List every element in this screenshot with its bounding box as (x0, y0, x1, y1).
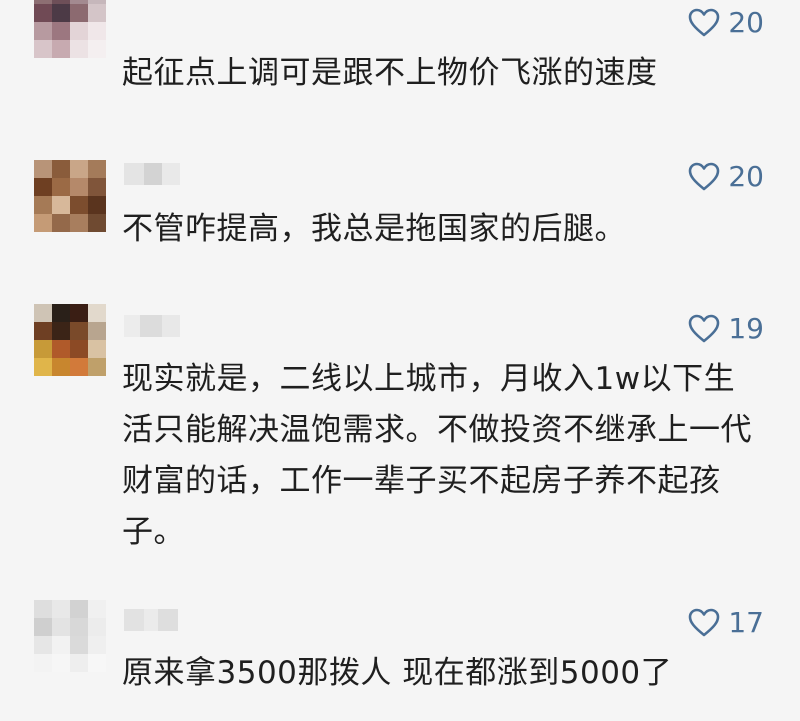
avatar-pixel (52, 636, 70, 654)
username-blurred (124, 163, 180, 185)
avatar-pixel (52, 358, 70, 376)
comment-text: 原来拿3500那拨人 现在都涨到5000了 (122, 655, 673, 691)
avatar-pixel (52, 178, 70, 196)
avatar-pixel (70, 40, 88, 58)
avatar-pixel (88, 358, 106, 376)
avatar-pixel (70, 4, 88, 22)
like-count: 17 (728, 606, 764, 639)
avatar-pixel (88, 40, 106, 58)
avatar-pixel (34, 196, 52, 214)
avatar-pixel (34, 340, 52, 358)
avatar-pixel (70, 654, 88, 672)
avatar-pixel (70, 304, 88, 322)
avatar-pixel (88, 196, 106, 214)
avatar-pixel (88, 636, 106, 654)
heart-outline-icon (689, 162, 720, 191)
avatar-pixel (34, 304, 52, 322)
avatar-pixel (70, 196, 88, 214)
username-blurred (124, 315, 180, 337)
avatar-pixel (88, 4, 106, 22)
avatar-pixel (34, 322, 52, 340)
heart-outline-icon (689, 608, 720, 637)
avatar-pixel (52, 160, 70, 178)
avatar-pixel (52, 600, 70, 618)
avatar[interactable] (34, 600, 106, 672)
avatar[interactable] (34, 0, 106, 58)
avatar-pixel (34, 636, 52, 654)
avatar-pixel (88, 22, 106, 40)
avatar-pixel (70, 618, 88, 636)
heart-outline-icon (689, 314, 720, 343)
avatar-pixel (88, 304, 106, 322)
avatar-pixel (34, 40, 52, 58)
like-count: 19 (728, 312, 764, 345)
comment-text: 起征点上调可是跟不上物价飞涨的速度 (122, 55, 658, 91)
avatar-pixel (70, 322, 88, 340)
avatar-pixel (70, 22, 88, 40)
comment-feed: 20 起征点上调可是跟不上物价飞涨的速度 20 不管咋提高，我总是拖国家的后腿。 (0, 0, 800, 721)
avatar-pixel (70, 358, 88, 376)
avatar-pixel (52, 618, 70, 636)
heart-outline-icon (689, 8, 720, 37)
avatar-pixel (70, 214, 88, 232)
avatar-pixel (88, 340, 106, 358)
avatar-pixel (52, 214, 70, 232)
like-count: 20 (728, 160, 764, 193)
avatar[interactable] (34, 304, 106, 376)
avatar-pixel (52, 196, 70, 214)
avatar-pixel (70, 160, 88, 178)
like-count: 20 (728, 6, 764, 39)
like-button[interactable]: 19 (688, 314, 764, 344)
avatar-pixel (88, 214, 106, 232)
avatar-pixel (52, 340, 70, 358)
avatar-pixel (34, 160, 52, 178)
avatar-pixel (52, 40, 70, 58)
avatar-pixel (70, 178, 88, 196)
comment-text: 不管咋提高，我总是拖国家的后腿。 (122, 211, 626, 247)
avatar-pixel (70, 600, 88, 618)
avatar-pixel (34, 358, 52, 376)
avatar-pixel (34, 214, 52, 232)
avatar-pixel (34, 600, 52, 618)
avatar-pixel (52, 322, 70, 340)
avatar-pixel (70, 340, 88, 358)
avatar-pixel (52, 22, 70, 40)
avatar-pixel (88, 618, 106, 636)
username-blurred (124, 609, 178, 631)
avatar-pixel (88, 178, 106, 196)
avatar-pixel (34, 22, 52, 40)
avatar-pixel (70, 636, 88, 654)
avatar-pixel (88, 654, 106, 672)
avatar-pixel (52, 654, 70, 672)
avatar-pixel (34, 4, 52, 22)
avatar-pixel (88, 600, 106, 618)
avatar-pixel (52, 304, 70, 322)
avatar-pixel (88, 322, 106, 340)
avatar[interactable] (34, 160, 106, 232)
like-button[interactable]: 20 (688, 8, 764, 38)
avatar-pixel (34, 178, 52, 196)
like-button[interactable]: 17 (688, 608, 764, 638)
avatar-pixel (34, 654, 52, 672)
avatar-pixel (88, 160, 106, 178)
avatar-pixel (52, 4, 70, 22)
comment-text: 现实就是，二线以上城市，月收入1w以下生活只能解决温饱需求。不做投资不继承上一代… (122, 361, 752, 550)
like-button[interactable]: 20 (688, 162, 764, 192)
avatar-pixel (34, 618, 52, 636)
